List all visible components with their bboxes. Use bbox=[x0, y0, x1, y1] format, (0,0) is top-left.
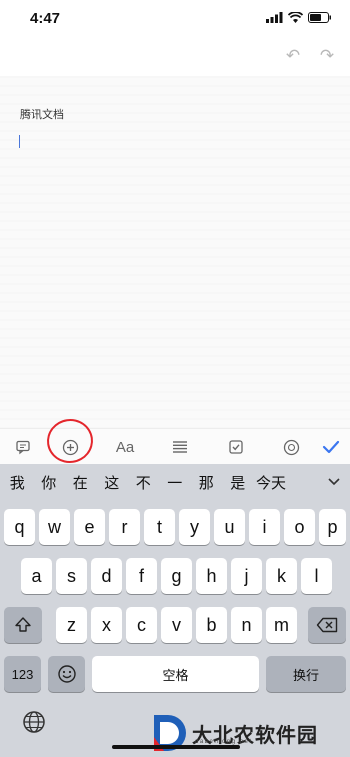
delete-key[interactable] bbox=[308, 607, 346, 643]
wifi-icon bbox=[288, 12, 303, 23]
done-button[interactable] bbox=[316, 429, 346, 465]
document-title[interactable]: 腾讯文档 bbox=[20, 106, 64, 122]
key-w[interactable]: w bbox=[39, 509, 70, 545]
key-i[interactable]: i bbox=[249, 509, 280, 545]
key-l[interactable]: l bbox=[301, 558, 332, 594]
status-bar: 4:47 bbox=[0, 0, 350, 38]
candidate[interactable]: 那 bbox=[193, 472, 220, 493]
key-n[interactable]: n bbox=[231, 607, 262, 643]
key-j[interactable]: j bbox=[231, 558, 262, 594]
text-cursor bbox=[19, 135, 20, 148]
undo-icon[interactable]: ↶ bbox=[284, 46, 302, 66]
backspace-icon bbox=[316, 617, 338, 633]
checklist-button[interactable] bbox=[221, 429, 251, 465]
key-k[interactable]: k bbox=[266, 558, 297, 594]
checkbox-icon bbox=[229, 440, 243, 454]
chevron-down-icon[interactable] bbox=[326, 474, 342, 488]
key-o[interactable]: o bbox=[284, 509, 315, 545]
candidate[interactable]: 你 bbox=[36, 472, 63, 493]
globe-icon bbox=[23, 711, 45, 733]
font-style-button[interactable]: Aa bbox=[110, 429, 140, 465]
comment-icon bbox=[16, 440, 30, 455]
shift-key[interactable] bbox=[4, 607, 42, 643]
status-icons bbox=[266, 12, 332, 23]
comment-button[interactable] bbox=[8, 429, 38, 465]
key-c[interactable]: c bbox=[126, 607, 157, 643]
candidate[interactable]: 是 bbox=[225, 472, 252, 493]
candidate[interactable]: 今天 bbox=[256, 472, 286, 493]
key-r[interactable]: r bbox=[109, 509, 140, 545]
candidate[interactable]: 在 bbox=[67, 472, 94, 493]
document-area[interactable]: 腾讯文档 bbox=[0, 76, 350, 428]
emoji-key[interactable] bbox=[48, 656, 85, 692]
key-b[interactable]: b bbox=[196, 607, 227, 643]
redo-icon[interactable]: ↷ bbox=[318, 46, 336, 66]
checkmark-icon bbox=[322, 440, 340, 454]
key-u[interactable]: u bbox=[214, 509, 245, 545]
align-left-icon bbox=[173, 441, 187, 453]
signal-icon bbox=[266, 12, 283, 23]
key-a[interactable]: a bbox=[21, 558, 52, 594]
align-button[interactable] bbox=[165, 429, 195, 465]
key-f[interactable]: f bbox=[126, 558, 157, 594]
key-p[interactable]: p bbox=[319, 509, 346, 545]
key-h[interactable]: h bbox=[196, 558, 227, 594]
status-time: 4:47 bbox=[30, 10, 61, 27]
return-key[interactable]: 换行 bbox=[266, 656, 346, 692]
key-g[interactable]: g bbox=[161, 558, 192, 594]
candidate[interactable]: 我 bbox=[4, 472, 31, 493]
numbers-key[interactable]: 123 bbox=[4, 656, 41, 692]
candidate[interactable]: 不 bbox=[130, 472, 157, 493]
globe-button[interactable] bbox=[22, 710, 46, 739]
key-e[interactable]: e bbox=[74, 509, 105, 545]
space-key[interactable]: 空格 bbox=[92, 656, 259, 692]
key-v[interactable]: v bbox=[161, 607, 192, 643]
key-q[interactable]: q bbox=[4, 509, 35, 545]
key-m[interactable]: m bbox=[266, 607, 297, 643]
key-d[interactable]: d bbox=[91, 558, 122, 594]
home-indicator bbox=[112, 745, 240, 749]
shift-icon bbox=[15, 617, 31, 632]
candidate[interactable]: 这 bbox=[99, 472, 126, 493]
more-tools-button[interactable] bbox=[276, 429, 306, 465]
battery-icon bbox=[308, 12, 331, 23]
key-x[interactable]: x bbox=[91, 607, 122, 643]
key-z[interactable]: z bbox=[56, 607, 87, 643]
candidate[interactable]: 一 bbox=[162, 472, 189, 493]
history-controls: ↶ ↷ bbox=[284, 46, 336, 66]
key-t[interactable]: t bbox=[144, 509, 175, 545]
key-y[interactable]: y bbox=[179, 509, 210, 545]
candidate-bar: 我 你 在 这 不 一 那 是 今天 bbox=[0, 464, 350, 500]
sticker-icon bbox=[283, 439, 299, 455]
key-s[interactable]: s bbox=[56, 558, 87, 594]
emoji-icon bbox=[57, 665, 76, 683]
